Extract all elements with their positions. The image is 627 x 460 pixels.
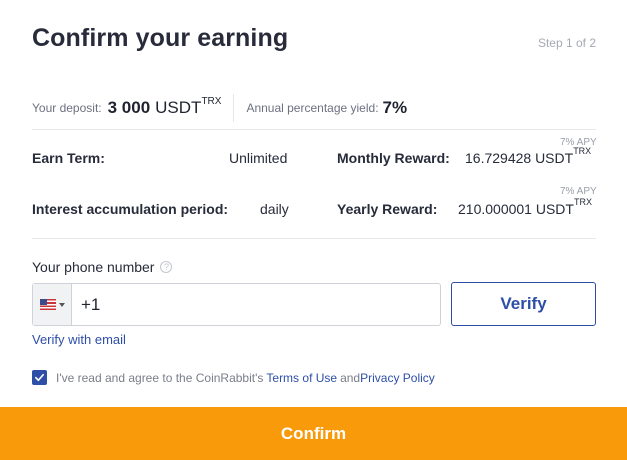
phone-field <box>32 283 441 326</box>
country-select[interactable] <box>33 284 72 325</box>
divider <box>32 129 596 130</box>
terms-of-use-link[interactable]: Terms of Use <box>266 371 337 385</box>
verify-button[interactable]: Verify <box>451 282 596 326</box>
privacy-policy-link[interactable]: Privacy Policy <box>360 371 435 385</box>
apy-label: Annual percentage yield: <box>246 101 379 115</box>
agreement-and-text: and <box>340 370 361 385</box>
deposit-network: TRX <box>201 96 222 108</box>
us-flag-icon <box>39 299 56 310</box>
monthly-reward-value: 16.729428 USDTTRX <box>465 147 591 166</box>
deposit-amount: 3 000 <box>107 98 151 117</box>
earn-term-label: Earn Term: <box>32 150 105 166</box>
deposit-label: Your deposit: <box>32 101 102 115</box>
phone-label-text: Your phone number <box>32 259 155 275</box>
deposit-currency-text: USDT <box>155 98 202 117</box>
yearly-reward-amount: 210.000001 USDT <box>458 201 574 217</box>
interest-period-label: Interest accumulation period: <box>32 201 229 217</box>
monthly-reward-network: TRX <box>573 146 592 157</box>
help-icon[interactable]: ? <box>160 261 173 273</box>
page-title: Confirm your earning <box>32 24 289 52</box>
yearly-apy-note: 7% APY <box>560 186 597 197</box>
deposit-summary: Your deposit: 3 000 USDTTRX Annual perce… <box>32 94 407 122</box>
divider <box>233 94 235 122</box>
agreement-text: I've read and agree to the CoinRabbit's <box>56 370 264 385</box>
confirm-button[interactable]: Confirm <box>0 407 627 460</box>
earn-term-value: Unlimited <box>229 150 288 166</box>
phone-label: Your phone number ? <box>32 259 173 275</box>
yearly-reward-label: Yearly Reward: <box>337 201 438 217</box>
monthly-reward-amount: 16.729428 USDT <box>465 150 574 166</box>
agreement-row: I've read and agree to the CoinRabbit's … <box>32 370 435 385</box>
agree-checkbox[interactable] <box>32 370 47 385</box>
phone-input[interactable] <box>72 284 440 325</box>
monthly-reward-label: Monthly Reward: <box>337 150 450 166</box>
chevron-down-icon <box>58 302 65 307</box>
yearly-reward-value: 210.000001 USDTTRX <box>458 198 592 217</box>
yearly-reward-network: TRX <box>573 197 592 208</box>
divider <box>32 238 596 239</box>
verify-with-email-link[interactable]: Verify with email <box>32 332 126 347</box>
deposit-currency: USDTTRX <box>155 96 222 118</box>
apy-value: 7% <box>382 98 408 117</box>
step-indicator: Step 1 of 2 <box>537 36 596 50</box>
interest-period-value: daily <box>260 201 289 217</box>
checkmark-icon <box>35 373 44 382</box>
